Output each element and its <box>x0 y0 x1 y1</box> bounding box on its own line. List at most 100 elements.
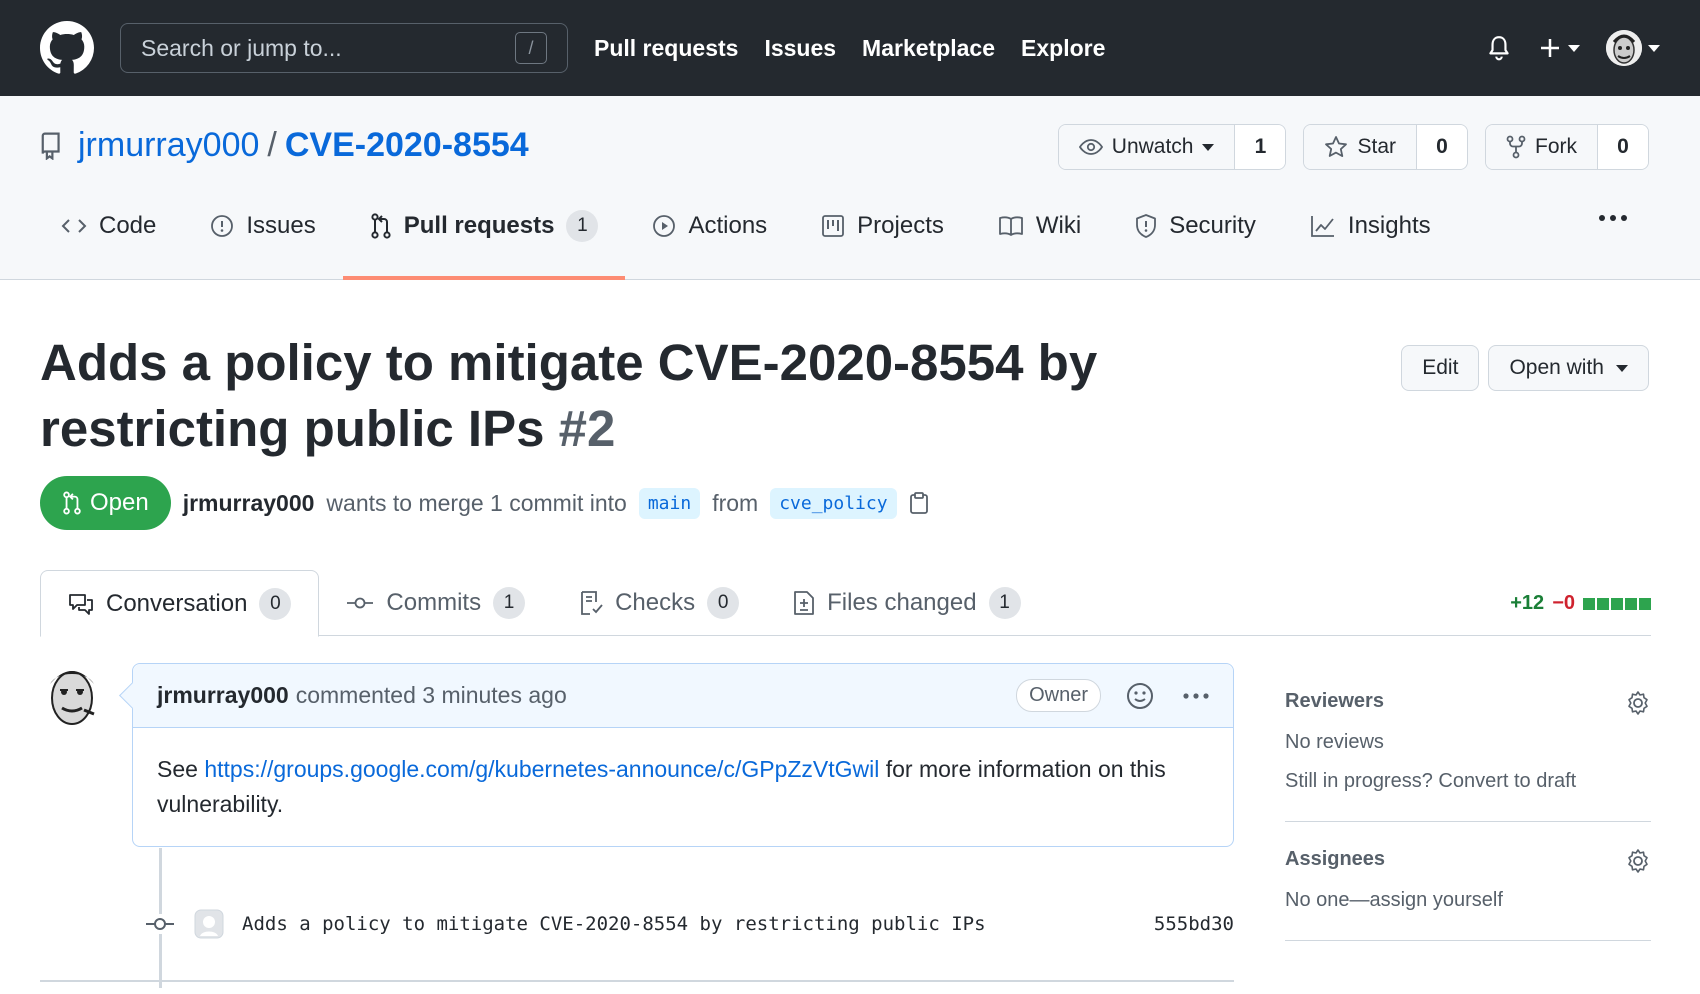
comment: jrmurray000 commented 3 minutes ago Owne… <box>132 663 1234 847</box>
owner-badge: Owner <box>1016 679 1101 712</box>
github-logo-icon[interactable] <box>40 21 94 75</box>
tab-projects[interactable]: Projects <box>794 196 971 256</box>
tab-files-changed-label: Files changed <box>827 589 977 616</box>
reviewers-section: Reviewers No reviews Still in progress? … <box>1285 690 1651 822</box>
tab-security[interactable]: Security <box>1108 196 1283 256</box>
comment-timestamp[interactable]: commented 3 minutes ago <box>296 682 567 709</box>
copy-icon[interactable] <box>909 491 929 515</box>
reviewers-title[interactable]: Reviewers <box>1285 690 1651 713</box>
nav-explore[interactable]: Explore <box>1021 35 1105 62</box>
fork-icon <box>1506 135 1526 159</box>
comment-header: jrmurray000 commented 3 minutes ago Owne… <box>133 664 1233 728</box>
gear-icon[interactable] <box>1625 690 1651 716</box>
tab-files-changed[interactable]: Files changed 1 <box>766 570 1047 636</box>
repo-header: jrmurray000 / CVE-2020-8554 Unwatch 1 St… <box>0 96 1700 280</box>
reviewers-empty: No reviews <box>1285 731 1384 753</box>
avatar <box>1606 30 1642 66</box>
edit-button[interactable]: Edit <box>1401 345 1480 391</box>
search-placeholder: Search or jump to... <box>141 34 342 61</box>
repo-icon <box>40 132 62 160</box>
global-header: Search or jump to... / Pull requests Iss… <box>0 0 1700 96</box>
additions-count: +12 <box>1510 592 1545 614</box>
repo-separator: / <box>267 126 277 164</box>
search-input[interactable]: Search or jump to... / <box>120 23 568 73</box>
deletions-count: −0 <box>1552 592 1575 614</box>
status-badge: Open <box>40 476 171 530</box>
tab-pull-requests[interactable]: Pull requests 1 <box>342 196 626 280</box>
comment-link[interactable]: https://groups.google.com/g/kubernetes-a… <box>204 756 879 782</box>
base-branch[interactable]: main <box>638 487 701 519</box>
tab-checks[interactable]: Checks 0 <box>552 570 766 636</box>
gear-icon[interactable] <box>1625 848 1651 874</box>
commit-author-avatar[interactable] <box>194 909 224 939</box>
pull-request-icon <box>63 491 81 515</box>
tab-checks-label: Checks <box>615 589 696 616</box>
tab-conversation[interactable]: Conversation 0 <box>40 570 320 637</box>
assign-yourself-link[interactable]: No one—assign yourself <box>1285 889 1651 912</box>
pr-author-link[interactable]: jrmurray000 <box>183 490 315 517</box>
repo-title: jrmurray000 / CVE-2020-8554 <box>40 126 529 165</box>
play-icon <box>653 215 676 237</box>
open-with-button[interactable]: Open with <box>1488 345 1649 391</box>
tab-actions-label: Actions <box>688 212 768 239</box>
global-nav: Pull requests Issues Marketplace Explore <box>594 35 1105 62</box>
tab-issues[interactable]: Issues <box>183 196 342 256</box>
repo-nav: Code Issues Pull requests 1 Actions Proj… <box>34 196 1458 280</box>
pull-requests-counter: 1 <box>566 210 599 242</box>
commit-icon <box>144 914 176 934</box>
repo-owner-link[interactable]: jrmurray000 <box>78 126 259 165</box>
commit-sha[interactable]: 555bd30 <box>1154 913 1234 935</box>
bell-icon[interactable] <box>1486 34 1512 62</box>
repo-name-link[interactable]: CVE-2020-8554 <box>285 126 529 165</box>
merge-text: wants to merge 1 commit into <box>326 489 627 516</box>
user-menu[interactable] <box>1606 30 1660 66</box>
nav-issues[interactable]: Issues <box>764 35 836 62</box>
avatar[interactable] <box>40 660 104 728</box>
tab-code[interactable]: Code <box>34 196 183 256</box>
eye-icon <box>1078 139 1103 155</box>
tab-security-label: Security <box>1169 212 1256 239</box>
tab-commits-label: Commits <box>386 589 482 616</box>
fork-button[interactable]: Fork <box>1486 125 1598 169</box>
chevron-down-icon <box>1568 44 1580 52</box>
fork-label: Fork <box>1535 135 1577 158</box>
pr-meta: Open jrmurray000 wants to merge 1 commit… <box>40 476 929 530</box>
convert-to-draft-link[interactable]: Still in progress? Convert to draft <box>1285 770 1651 793</box>
watchers-count[interactable]: 1 <box>1235 125 1286 169</box>
chevron-down-icon <box>1648 44 1660 52</box>
nav-pull-requests[interactable]: Pull requests <box>594 35 738 62</box>
tab-commits[interactable]: Commits 1 <box>319 570 552 636</box>
head-branch[interactable]: cve_policy <box>770 487 897 519</box>
comment-author-link[interactable]: jrmurray000 <box>157 682 289 709</box>
commit-message[interactable]: Adds a policy to mitigate CVE-2020-8554 … <box>242 913 986 935</box>
chevron-down-icon <box>1202 143 1215 151</box>
divider <box>40 980 1234 982</box>
tab-wiki[interactable]: Wiki <box>971 196 1108 256</box>
diffstat-blocks <box>1583 597 1651 610</box>
pr-tabs: Conversation 0 Commits 1 Checks 0 Files … <box>40 570 1651 637</box>
more-icon[interactable] <box>1183 692 1209 700</box>
more-icon[interactable] <box>1598 214 1628 222</box>
create-new-menu[interactable] <box>1538 36 1580 60</box>
comment-body: See https://groups.google.com/g/kubernet… <box>133 728 1233 846</box>
tab-code-label: Code <box>99 212 157 239</box>
tab-actions[interactable]: Actions <box>625 196 794 256</box>
smiley-icon[interactable] <box>1126 682 1154 710</box>
tab-insights[interactable]: Insights <box>1283 196 1458 256</box>
checklist-icon <box>581 591 603 615</box>
shield-icon <box>1136 214 1157 238</box>
checks-counter: 0 <box>707 587 740 619</box>
files-changed-counter: 1 <box>988 587 1021 619</box>
code-icon <box>61 219 87 233</box>
pr-actions: Edit Open with <box>1401 345 1649 391</box>
comment-icon <box>69 593 93 615</box>
chevron-down-icon <box>1616 364 1628 372</box>
nav-marketplace[interactable]: Marketplace <box>862 35 995 62</box>
star-icon <box>1325 136 1348 157</box>
unwatch-button[interactable]: Unwatch <box>1058 125 1236 169</box>
assignees-title[interactable]: Assignees <box>1285 848 1651 871</box>
project-icon <box>822 215 845 237</box>
star-button[interactable]: Star <box>1304 125 1417 169</box>
stars-count[interactable]: 0 <box>1417 125 1467 169</box>
forks-count[interactable]: 0 <box>1598 125 1648 169</box>
